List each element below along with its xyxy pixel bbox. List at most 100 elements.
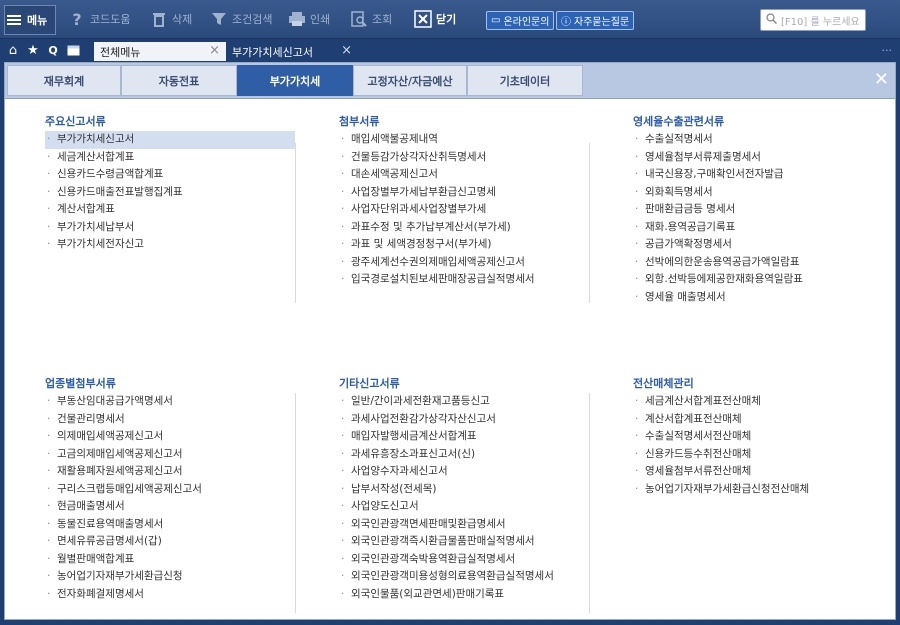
close-panel-icon[interactable]: ✕	[874, 69, 889, 90]
menu-item[interactable]: 외국인관광객면세판매및환급명세서	[339, 516, 589, 534]
menu-item[interactable]: 외국인관광객즉시환급물품판매실적명세서	[339, 533, 589, 551]
menu-item[interactable]: 납부서작성(전세목)	[339, 481, 589, 499]
menu-item[interactable]: 세금계산서합계표전산매체	[633, 393, 883, 411]
tab-auto-slip[interactable]: 자동전표	[121, 65, 237, 96]
menu-item[interactable]: 매입세액불공제내역	[339, 131, 589, 149]
menu-item[interactable]: 건물관리명세서	[45, 411, 295, 429]
tab-all-menu[interactable]: 전체메뉴 ×	[94, 42, 226, 61]
section-title: 주요신고서류	[45, 115, 106, 128]
section-title: 영세율수출관련서류	[633, 115, 725, 128]
menu-item[interactable]: 사업양도신고서	[339, 498, 589, 516]
menu-item[interactable]: 외국인관광객미용성형의료용역환급실적명세서	[339, 568, 589, 586]
menu-item[interactable]: 농어업기자재부가세환급신청	[45, 568, 295, 586]
help-circle-icon: ⓘ	[561, 17, 571, 28]
menu-item[interactable]: 대손세액공제신고서	[339, 166, 589, 184]
menu-item[interactable]: 내국신용장,구매확인서전자발급	[633, 166, 883, 184]
menu-item[interactable]: 영세율 매출명세서	[633, 289, 883, 307]
code-help-button[interactable]: ? 코드도움	[68, 0, 130, 38]
menu-item[interactable]: 과표수정 및 추가납부계산서(부가세)	[339, 219, 589, 237]
menu-item[interactable]: 재활용폐자원세액공제신고서	[45, 463, 295, 481]
menu-item[interactable]: 동물진료용역매출명세서	[45, 516, 295, 534]
menu-item[interactable]: 일반/간이과세전환재고품등신고	[339, 393, 589, 411]
menu-item[interactable]: 과세사업전환감가상각자산신고서	[339, 411, 589, 429]
tab-label: 기초데이터	[499, 74, 551, 88]
menu-item[interactable]: 사업자단위과세사업장별부가세	[339, 201, 589, 219]
view-label: 조회	[372, 13, 393, 26]
menu-item[interactable]: 광주세계선수권의제매입세액공제신고서	[339, 254, 589, 272]
menu-item[interactable]: 외국인관광객숙박용역환급실적명세서	[339, 551, 589, 569]
search-input[interactable]: [F10] 를 누르세요	[760, 9, 866, 31]
section-list: 수출실적명세서영세율첨부서류제출명세서내국신용장,구매확인서전자발급외화획득명세…	[633, 131, 883, 306]
menu-item[interactable]: 사업양수자과세신고서	[339, 463, 589, 481]
menu-item[interactable]: 전자화폐결제명세서	[45, 586, 295, 604]
q-icon[interactable]: Q	[46, 42, 60, 58]
menu-item[interactable]: 공급가액확정명세서	[633, 236, 883, 254]
menu-item[interactable]: 세금계산서합계표	[45, 149, 295, 167]
menu-item[interactable]: 부가가치세전자신고	[45, 236, 295, 254]
section-list: 매입세액불공제내역건물등감가상각자산취득명세서대손세액공제신고서사업장별부가세납…	[339, 131, 589, 289]
condition-search-button[interactable]: 조건검색	[210, 0, 272, 38]
menu-item[interactable]: 외화획득명세서	[633, 184, 883, 202]
menu-item[interactable]: 외항.선박등에제공한재화용역일람표	[633, 271, 883, 289]
menu-item[interactable]: 신용카드매출전표발행집계표	[45, 184, 295, 202]
calendar-icon[interactable]	[66, 42, 80, 58]
tab-vat-return[interactable]: 부가가치세신고서 ×	[226, 42, 358, 61]
section-list: 세금계산서합계표전산매체계산서합계표전산매체수출실적명세서전산매체신용카드등수취…	[633, 393, 883, 498]
menu-item[interactable]: 매입자발행세금계산서합계표	[339, 428, 589, 446]
magnifier-document-icon	[350, 10, 368, 28]
menu-item[interactable]: 부동산임대공급가액명세서	[45, 393, 295, 411]
tab-fixed-assets-budget[interactable]: 고정자산/자금예산	[353, 65, 467, 96]
menu-item[interactable]: 사업장별부가세납부환급신고명세	[339, 184, 589, 202]
star-icon[interactable]: ★	[26, 42, 40, 58]
menu-item[interactable]: 면세유류공급명세서(갑)	[45, 533, 295, 551]
menu-item[interactable]: 현금매출명세서	[45, 498, 295, 516]
column-divider	[295, 393, 296, 613]
menu-item[interactable]: 수출실적명세서전산매체	[633, 428, 883, 446]
tab-label: 고정자산/자금예산	[367, 74, 453, 88]
tab-basic-data[interactable]: 기초데이터	[467, 65, 583, 96]
menu-item[interactable]: 건물등감가상각자산취득명세서	[339, 149, 589, 167]
menu-button[interactable]: 메뉴	[4, 5, 56, 35]
menu-item[interactable]: 부가가치세신고서	[45, 131, 295, 149]
menu-item[interactable]: 농어업기자재부가세환급신청전산매체	[633, 481, 883, 499]
menu-item[interactable]: 고금의제매입세액공제신고서	[45, 446, 295, 464]
menu-item[interactable]: 신용카드등수취전산매체	[633, 446, 883, 464]
menu-item[interactable]: 영세율첨부서류제출명세서	[633, 149, 883, 167]
column-divider	[295, 143, 296, 303]
online-inquiry-button[interactable]: ▭ 온라인문의	[486, 11, 555, 30]
menu-item[interactable]: 과세유흥장소과표신고서(신)	[339, 446, 589, 464]
delete-label: 삭제	[172, 13, 193, 26]
delete-button[interactable]: 삭제	[150, 0, 192, 38]
close-icon[interactable]: ×	[341, 43, 352, 58]
view-button[interactable]: 조회	[350, 0, 392, 38]
print-button[interactable]: 인쇄	[288, 0, 330, 38]
online-inquiry-label: 온라인문의	[503, 17, 550, 28]
menu-item[interactable]: 판매환급금등 명세서	[633, 201, 883, 219]
tab-vat[interactable]: 부가가치세	[237, 65, 353, 96]
menu-item[interactable]: 계산서합계표	[45, 201, 295, 219]
tab-financial-accounting[interactable]: 재무회계	[7, 65, 121, 96]
trash-icon	[150, 10, 168, 28]
menu-item[interactable]: 구리스크랩등매입세액공제신고서	[45, 481, 295, 499]
more-tabs-icon[interactable]: ...	[882, 41, 893, 54]
section-other-filings: 기타신고서류 일반/간이과세전환재고품등신고과세사업전환감가상각자산신고서매입자…	[339, 375, 589, 603]
window-tab-bar: ⌂ ★ Q 전체메뉴 × 부가가치세신고서 × ...	[0, 39, 900, 61]
faq-button[interactable]: ⓘ 자주묻는질문	[556, 11, 635, 30]
menu-item[interactable]: 계산서합계표전산매체	[633, 411, 883, 429]
print-label: 인쇄	[310, 13, 331, 26]
menu-item[interactable]: 신용카드수령금액합계표	[45, 166, 295, 184]
menu-item[interactable]: 영세율첨부서류전산매체	[633, 463, 883, 481]
menu-item[interactable]: 월별판매액합계표	[45, 551, 295, 569]
menu-item[interactable]: 수출실적명세서	[633, 131, 883, 149]
menu-item[interactable]: 부가가치세납부서	[45, 219, 295, 237]
close-icon[interactable]: ×	[209, 43, 220, 58]
menu-item[interactable]: 외국인물품(외교관면세)판매기록표	[339, 586, 589, 604]
menu-item[interactable]: 재화.용역공급기록표	[633, 219, 883, 237]
menu-item[interactable]: 입국경로설치된보세판매장공급실적명세서	[339, 271, 589, 289]
section-title: 기타신고서류	[339, 377, 400, 390]
menu-item[interactable]: 과표 및 세액경정청구서(부가세)	[339, 236, 589, 254]
menu-item[interactable]: 의제매입세액공제신고서	[45, 428, 295, 446]
menu-item[interactable]: 선박에의한운송용역공급가액일람표	[633, 254, 883, 272]
home-icon[interactable]: ⌂	[6, 42, 20, 58]
close-button[interactable]: 닫기	[414, 0, 456, 38]
